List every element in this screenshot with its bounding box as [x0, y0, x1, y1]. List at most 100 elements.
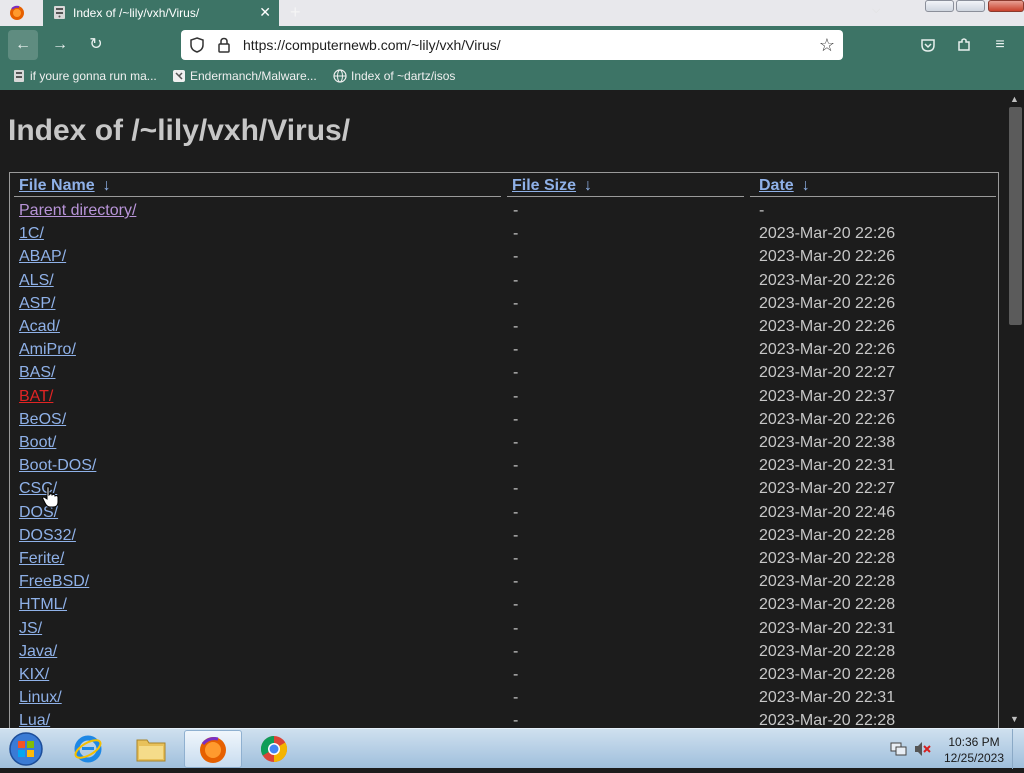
file-link[interactable]: 1C/	[19, 225, 44, 243]
file-link[interactable]: JS/	[19, 620, 42, 638]
sort-arrow-icon[interactable]: ↓	[802, 177, 810, 195]
file-size: -	[513, 573, 519, 591]
table-row: FreeBSD/ - 2023-Mar-20 22:28	[10, 569, 998, 592]
file-size: -	[513, 341, 519, 359]
start-orb-icon[interactable]	[6, 730, 46, 768]
scroll-up-arrow-icon[interactable]: ▲	[1010, 94, 1019, 104]
title-bar: Index of /~lily/vxh/Virus/ ✕ + ⌵	[0, 0, 1024, 26]
file-link[interactable]: HTML/	[19, 596, 67, 614]
network-icon[interactable]	[890, 741, 908, 757]
reload-button[interactable]: ↻	[81, 30, 111, 60]
tracking-shield-icon[interactable]	[189, 37, 205, 53]
file-link[interactable]: Acad/	[19, 318, 60, 336]
column-label: Date	[759, 177, 794, 194]
column-header-date[interactable]: Date ↓	[759, 177, 810, 195]
bookmark-label: Index of ~dartz/isos	[351, 69, 456, 83]
chrome-icon[interactable]	[246, 730, 304, 768]
close-tab-icon[interactable]: ✕	[259, 4, 271, 20]
file-link[interactable]: Boot/	[19, 434, 56, 452]
bookmark-item[interactable]: if youre gonna run ma...	[12, 69, 157, 83]
globe-icon	[333, 69, 347, 83]
server-icon	[52, 5, 67, 20]
clock-date[interactable]: 12/25/2023	[942, 751, 1006, 765]
sort-arrow-icon[interactable]: ↓	[103, 177, 111, 195]
table-header: File Name ↓ File Size ↓ Date ↓	[10, 173, 998, 197]
firefox-icon[interactable]	[184, 730, 242, 768]
table-row: BAS/ - 2023-Mar-20 22:27	[10, 360, 998, 383]
file-size: -	[513, 410, 519, 428]
table-row: Parent directory/ - -	[10, 198, 998, 221]
table-row: Ferite/ - 2023-Mar-20 22:28	[10, 546, 998, 569]
file-date: 2023-Mar-20 22:28	[759, 642, 896, 660]
file-link[interactable]: ASP/	[19, 295, 55, 313]
column-header-file-size[interactable]: File Size ↓	[512, 177, 592, 195]
file-size: -	[513, 689, 519, 707]
file-explorer-icon[interactable]	[122, 730, 180, 768]
file-size: -	[513, 712, 519, 728]
scroll-down-arrow-icon[interactable]: ▼	[1010, 714, 1019, 724]
new-tab-button[interactable]: +	[290, 2, 301, 23]
extensions-icon[interactable]	[949, 30, 979, 60]
file-link[interactable]: Ferite/	[19, 550, 64, 568]
back-button[interactable]: ←	[8, 30, 38, 60]
file-size: -	[513, 318, 519, 335]
sort-arrow-icon[interactable]: ↓	[584, 177, 592, 195]
volume-muted-icon[interactable]	[914, 741, 932, 757]
menu-icon[interactable]: ≡	[985, 30, 1015, 60]
header-divider	[14, 196, 501, 197]
file-link[interactable]: Lua/	[19, 712, 50, 728]
file-link[interactable]: BAT/	[19, 388, 53, 406]
url-bar[interactable]: https://computernewb.com/~lily/vxh/Virus…	[181, 30, 843, 60]
firefox-icon[interactable]	[6, 3, 28, 23]
column-label: File Size	[512, 177, 577, 194]
table-row: HTML/ - 2023-Mar-20 22:28	[10, 592, 998, 615]
file-link[interactable]: Linux/	[19, 689, 62, 707]
file-date: 2023-Mar-20 22:26	[759, 271, 896, 289]
lock-icon[interactable]	[217, 37, 231, 53]
vertical-scrollbar[interactable]: ▲ ▼	[1007, 90, 1024, 728]
scroll-thumb[interactable]	[1009, 107, 1022, 325]
file-link[interactable]: DOS32/	[19, 527, 76, 545]
window-close-button[interactable]	[988, 0, 1024, 12]
file-date: 2023-Mar-20 22:28	[759, 666, 896, 683]
table-row: ABAP/ - 2023-Mar-20 22:26	[10, 244, 998, 267]
maximize-button[interactable]	[956, 0, 985, 12]
table-row: Linux/ - 2023-Mar-20 22:31	[10, 685, 998, 708]
file-size: -	[513, 550, 519, 567]
file-link[interactable]: Parent directory/	[19, 202, 136, 220]
table-row: KIX/ - 2023-Mar-20 22:28	[10, 662, 998, 685]
bookmark-star-icon[interactable]: ☆	[819, 35, 835, 56]
table-row: DOS32/ - 2023-Mar-20 22:28	[10, 523, 998, 546]
table-row: CSC/-2023-Mar-20 22:27	[10, 476, 998, 499]
show-desktop-button[interactable]	[1012, 729, 1024, 769]
active-tab[interactable]: Index of /~lily/vxh/Virus/ ✕	[43, 0, 279, 26]
file-link[interactable]: Boot-DOS/	[19, 457, 96, 475]
file-link[interactable]: ABAP/	[19, 248, 66, 266]
file-date: 2023-Mar-20 22:38	[759, 434, 896, 451]
file-link[interactable]: AmiPro/	[19, 341, 76, 359]
file-date: 2023-Mar-20 22:31	[759, 689, 896, 707]
bookmark-item[interactable]: Endermanch/Malware...	[172, 69, 317, 83]
column-header-file-name[interactable]: File Name ↓	[19, 177, 111, 195]
file-link[interactable]: BeOS/	[19, 411, 66, 429]
file-date: 2023-Mar-20 22:26	[759, 318, 896, 335]
internet-explorer-icon[interactable]	[60, 730, 118, 768]
file-date: 2023-Mar-20 22:28	[759, 712, 896, 728]
table-row: Boot/ - 2023-Mar-20 22:38	[10, 430, 998, 453]
header-divider	[750, 196, 996, 197]
file-link[interactable]: FreeBSD/	[19, 573, 89, 591]
table-row: ALS/ - 2023-Mar-20 22:26	[10, 268, 998, 291]
forward-button[interactable]: →	[45, 30, 75, 60]
minimize-button[interactable]	[925, 0, 954, 12]
clock-time[interactable]: 10:36 PM	[942, 735, 1006, 749]
url-text[interactable]: https://computernewb.com/~lily/vxh/Virus…	[243, 37, 501, 53]
file-link[interactable]: ALS/	[19, 272, 54, 290]
file-link[interactable]: KIX/	[19, 666, 49, 684]
bookmark-item[interactable]: Index of ~dartz/isos	[333, 69, 455, 83]
file-size: -	[513, 294, 519, 312]
file-link[interactable]: Java/	[19, 643, 57, 661]
file-link[interactable]: BAS/	[19, 364, 55, 382]
list-tabs-button[interactable]: ⌵	[872, 4, 880, 17]
table-row: Lua/ - 2023-Mar-20 22:28	[10, 708, 998, 728]
pocket-icon[interactable]	[913, 30, 943, 60]
